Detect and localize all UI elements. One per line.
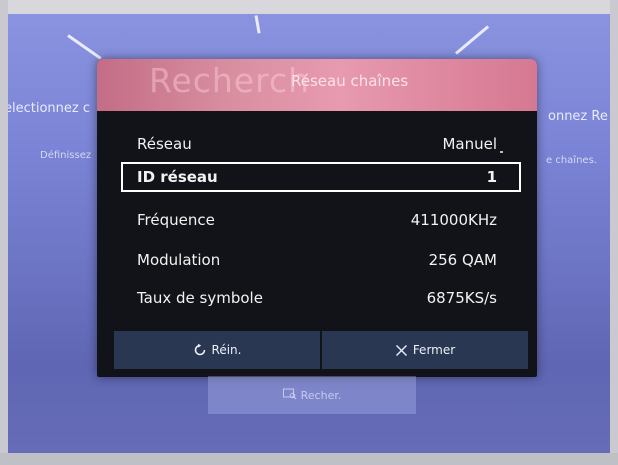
- search-button[interactable]: Recher.: [208, 376, 416, 414]
- tv-bezel-right: [610, 0, 618, 465]
- background-left-heading: electionnez c: [8, 101, 90, 116]
- tv-bezel-left: [0, 0, 8, 465]
- row-network[interactable]: Réseau Manuel: [121, 129, 521, 159]
- row-label: Fréquence: [137, 211, 215, 229]
- background-right-heading: onnez Re: [548, 109, 608, 124]
- row-value: 256 QAM: [428, 251, 497, 269]
- close-button[interactable]: Fermer: [322, 331, 528, 369]
- dialog-header: Recherch Réseau chaînes: [97, 59, 537, 111]
- background-right-subtext: e chaînes.: [546, 155, 597, 166]
- dialog-ghost-title: Recherch: [149, 61, 311, 100]
- channel-search-dialog: Recherch Réseau chaînes Réseau Manuel ID…: [97, 59, 537, 377]
- background-light-ray: [455, 25, 490, 55]
- background-light-ray: [254, 15, 261, 34]
- background-light-ray: [67, 34, 102, 60]
- row-value: 6875KS/s: [426, 289, 497, 307]
- background-left-subtext: Définissez: [40, 150, 92, 161]
- row-label: Modulation: [137, 251, 221, 269]
- tv-bezel-bottom: [0, 453, 618, 465]
- row-modulation[interactable]: Modulation 256 QAM: [121, 245, 521, 275]
- dialog-button-bar: Réin. Fermer: [114, 331, 528, 369]
- row-network-id[interactable]: ID réseau 1: [121, 162, 521, 192]
- tv-bezel-top: [0, 0, 618, 14]
- row-value: 1: [486, 168, 497, 186]
- row-symbol-rate[interactable]: Taux de symbole 6875KS/s: [121, 283, 521, 313]
- row-value: Manuel: [442, 135, 497, 153]
- reset-button[interactable]: Réin.: [114, 331, 320, 369]
- row-label: ID réseau: [137, 168, 218, 186]
- text-cursor: [500, 151, 503, 153]
- close-icon: [395, 344, 408, 357]
- reset-button-label: Réin.: [211, 343, 242, 357]
- search-icon: [282, 388, 297, 403]
- refresh-icon: [193, 343, 207, 357]
- search-button-label: Recher.: [300, 388, 342, 402]
- dialog-title: Réseau chaînes: [291, 72, 409, 90]
- row-value: 411000KHz: [410, 211, 497, 229]
- close-button-label: Fermer: [412, 343, 456, 357]
- row-frequency[interactable]: Fréquence 411000KHz: [121, 205, 521, 235]
- row-label: Réseau: [137, 135, 192, 153]
- row-label: Taux de symbole: [137, 289, 263, 307]
